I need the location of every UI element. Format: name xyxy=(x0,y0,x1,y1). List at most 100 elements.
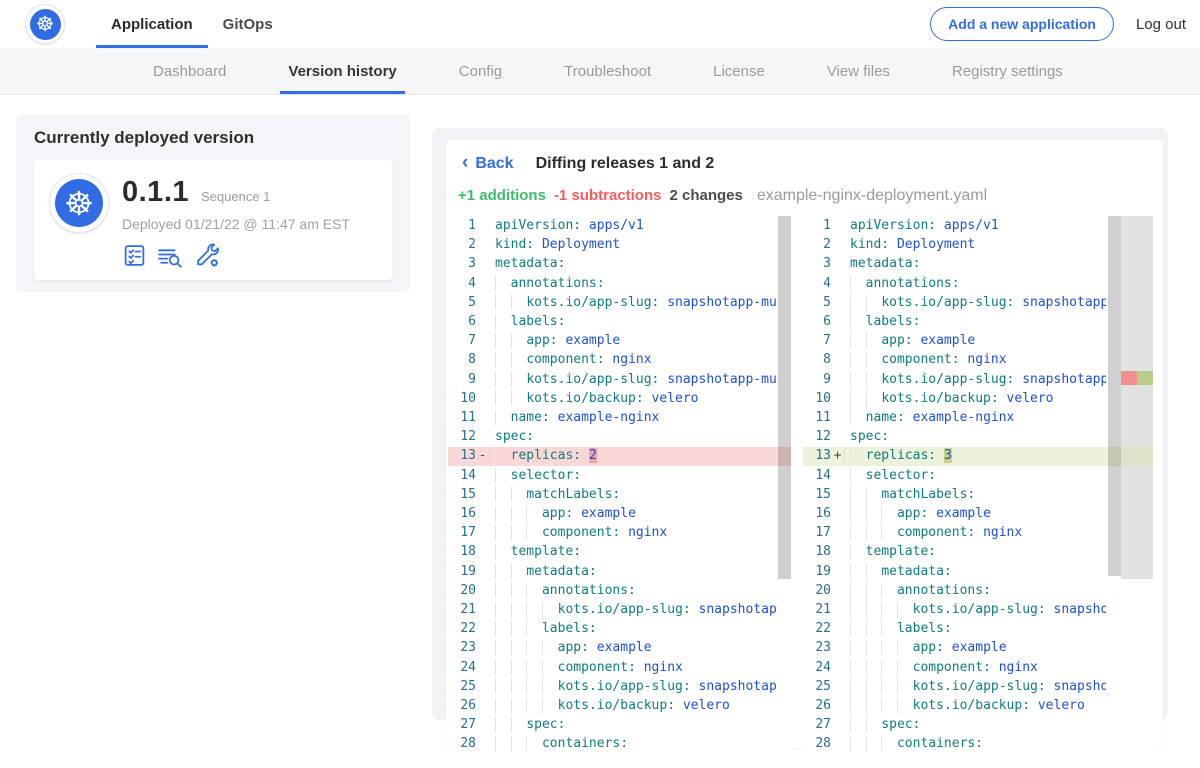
line-number: 25 xyxy=(803,677,831,696)
deployed-timestamp: Deployed 01/21/22 @ 11:47 am EST xyxy=(122,216,350,232)
add-application-button[interactable]: Add a new application xyxy=(930,7,1114,41)
line-number: 20 xyxy=(803,581,831,600)
logout-link[interactable]: Log out xyxy=(1136,16,1186,33)
line-number: 3 xyxy=(448,254,476,273)
line-number: 13 xyxy=(803,446,831,465)
subnav-config[interactable]: Config xyxy=(451,49,510,94)
line-number: 24 xyxy=(803,658,831,677)
line-number: 21 xyxy=(803,600,831,619)
line-number: 17 xyxy=(803,523,831,542)
code-line: 11 name: example-nginx xyxy=(448,408,778,427)
sequence-label: Sequence 1 xyxy=(201,189,270,204)
code-line: 4 annotations: xyxy=(448,274,778,293)
code-line: 28 containers: xyxy=(803,734,1106,753)
code-line: 28 containers: xyxy=(448,734,778,753)
code-line: 8 component: nginx xyxy=(448,350,778,369)
code-line: 12spec: xyxy=(803,427,1106,446)
line-number: 17 xyxy=(448,523,476,542)
code-line: 12spec: xyxy=(448,427,778,446)
code-line: 16 app: example xyxy=(448,504,778,523)
ruler-deletion-mark xyxy=(1121,371,1137,385)
troubleshoot-wrench-icon[interactable] xyxy=(194,242,221,268)
diff-pane-old[interactable]: 1apiVersion: apps/v12kind: Deployment3me… xyxy=(448,216,791,754)
code-line: 5 kots.io/app-slug: snapshotapp-mu xyxy=(803,293,1106,312)
code-line: 15 matchLabels: xyxy=(448,485,778,504)
subnav-version-history[interactable]: Version history xyxy=(280,49,404,94)
code-line: 14 selector: xyxy=(803,466,1106,485)
subnav-dashboard[interactable]: Dashboard xyxy=(145,49,234,94)
code-line: 17 component: nginx xyxy=(448,523,778,542)
line-number: 7 xyxy=(803,331,831,350)
line-number: 12 xyxy=(448,427,476,446)
line-number: 23 xyxy=(448,638,476,657)
line-number: 22 xyxy=(448,619,476,638)
code-line: 21 kots.io/app-slug: snapshotap xyxy=(803,600,1106,619)
code-lines: 1apiVersion: apps/v12kind: Deployment3me… xyxy=(448,216,778,754)
line-number: 14 xyxy=(803,466,831,485)
diff-marker: + xyxy=(831,446,845,465)
code-line: 4 annotations: xyxy=(803,274,1106,293)
code-line: 3metadata: xyxy=(803,254,1106,273)
diff-title: Diffing releases 1 and 2 xyxy=(536,155,715,173)
diff-marker: - xyxy=(476,446,490,465)
chevron-left-icon: ‹ xyxy=(462,153,468,172)
subnav-registry-settings[interactable]: Registry settings xyxy=(944,49,1071,94)
line-number: 26 xyxy=(803,696,831,715)
scrollbar-thumb[interactable] xyxy=(1108,216,1121,576)
subnav-view-files[interactable]: View files xyxy=(819,49,898,94)
back-link[interactable]: ‹ Back xyxy=(462,154,514,173)
line-number: 13 xyxy=(448,446,476,465)
code-line: 25 kots.io/app-slug: snapshotap xyxy=(448,677,778,696)
code-line: 18 template: xyxy=(803,542,1106,561)
line-number: 9 xyxy=(803,370,831,389)
code-line: 20 annotations: xyxy=(803,581,1106,600)
line-number: 5 xyxy=(803,293,831,312)
code-line: 8 component: nginx xyxy=(803,350,1106,369)
app-logo[interactable]: ☸ xyxy=(26,5,64,43)
code-line: 11 name: example-nginx xyxy=(803,408,1106,427)
diff-pane-new[interactable]: 1apiVersion: apps/v12kind: Deployment3me… xyxy=(803,216,1153,754)
code-line: 26 kots.io/backup: velero xyxy=(803,696,1106,715)
version-number: 0.1.1 xyxy=(122,176,189,209)
line-number: 6 xyxy=(448,312,476,331)
line-number: 5 xyxy=(448,293,476,312)
kubernetes-wheel-icon: ☸ xyxy=(55,179,103,227)
code-line: 13+ replicas: 3 xyxy=(803,446,1106,465)
subnav-license[interactable]: License xyxy=(705,49,773,94)
line-number: 1 xyxy=(803,216,831,235)
config-checklist-icon[interactable] xyxy=(122,243,147,268)
line-number: 28 xyxy=(803,734,831,753)
code-line: 3metadata: xyxy=(448,254,778,273)
app-icon-badge: ☸ xyxy=(50,174,108,232)
line-number: 2 xyxy=(448,235,476,254)
code-line: 7 app: example xyxy=(448,331,778,350)
header-actions: Add a new application Log out xyxy=(930,7,1200,41)
code-line: 15 matchLabels: xyxy=(803,485,1106,504)
line-number: 11 xyxy=(448,408,476,427)
line-number: 10 xyxy=(803,389,831,408)
line-number: 12 xyxy=(803,427,831,446)
code-line: 19 metadata: xyxy=(803,562,1106,581)
release-notes-icon[interactable] xyxy=(157,243,184,268)
code-line: 6 labels: xyxy=(448,312,778,331)
diff-panes: 1apiVersion: apps/v12kind: Deployment3me… xyxy=(448,216,1163,754)
code-line: 7 app: example xyxy=(803,331,1106,350)
line-number: 27 xyxy=(448,715,476,734)
line-number: 8 xyxy=(448,350,476,369)
deployed-version-tile: ☸ 0.1.1 Sequence 1 Deployed 01/21/22 @ 1… xyxy=(34,160,392,280)
ruler-addition-mark xyxy=(1137,371,1153,385)
tab-application[interactable]: Application xyxy=(96,0,208,48)
diff-overview-ruler[interactable] xyxy=(1121,216,1153,754)
tab-gitops[interactable]: GitOps xyxy=(208,0,288,48)
code-line: 22 labels: xyxy=(448,619,778,638)
line-number: 7 xyxy=(448,331,476,350)
line-number: 15 xyxy=(448,485,476,504)
subtractions-count: -1 subtractions xyxy=(554,187,662,204)
subnav-troubleshoot[interactable]: Troubleshoot xyxy=(556,49,659,94)
scrollbar-thumb[interactable] xyxy=(778,216,791,579)
line-number: 19 xyxy=(803,562,831,581)
back-label: Back xyxy=(475,155,513,173)
line-number: 18 xyxy=(803,542,831,561)
code-line: 21 kots.io/app-slug: snapshotap xyxy=(448,600,778,619)
code-line: 14 selector: xyxy=(448,466,778,485)
